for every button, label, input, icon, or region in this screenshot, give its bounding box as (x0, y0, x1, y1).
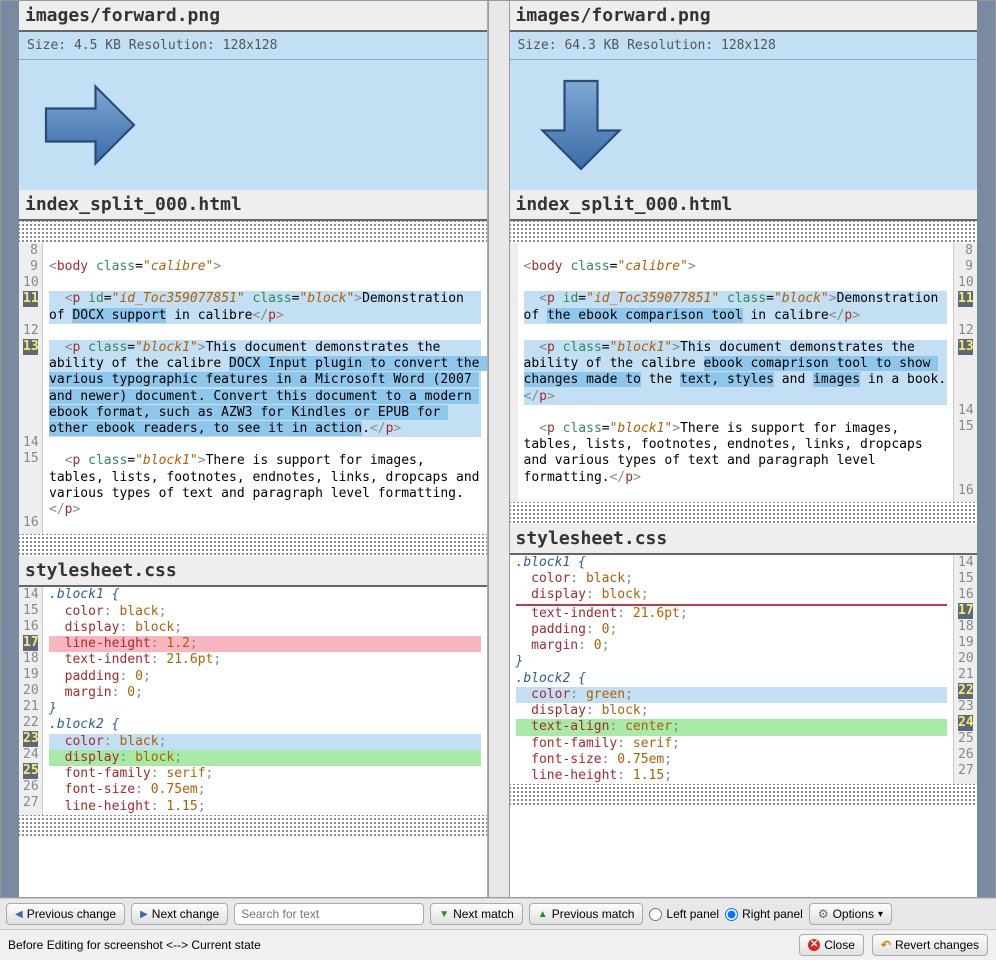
scrollbar-left[interactable] (1, 1, 19, 897)
arrow-right-icon (35, 70, 145, 180)
right-panel: images/forward.png Size: 64.3 KB Resolut… (510, 1, 978, 897)
gear-icon: ⚙ (818, 907, 829, 921)
prev-change-button[interactable]: ◀Previous change (6, 903, 125, 925)
css-code-right[interactable]: .block1 { color: black; display: block; … (510, 555, 978, 785)
statusbar: Before Editing for screenshot <--> Curre… (0, 929, 996, 960)
image-meta-right: Size: 64.3 KB Resolution: 128x128 (510, 32, 978, 60)
separator (510, 502, 978, 524)
right-panel-radio[interactable]: Right panel (725, 907, 803, 921)
file-header-image-left: images/forward.png (19, 1, 487, 32)
image-preview-left (19, 60, 487, 190)
file-header-image-right: images/forward.png (510, 1, 978, 32)
separator (19, 221, 487, 243)
scrollbar-right[interactable] (977, 1, 995, 897)
next-change-button[interactable]: ▶Next change (131, 903, 228, 925)
triangle-down-icon: ▼ (439, 909, 449, 920)
undo-icon: ↶ (881, 938, 891, 952)
file-header-css-right: stylesheet.css (510, 524, 978, 555)
status-text: Before Editing for screenshot <--> Curre… (8, 938, 261, 952)
image-meta-left: Size: 4.5 KB Resolution: 128x128 (19, 32, 487, 60)
revert-button[interactable]: ↶Revert changes (872, 934, 988, 956)
diff-container: images/forward.png Size: 4.5 KB Resoluti… (0, 0, 996, 898)
triangle-up-icon: ▲ (538, 909, 548, 920)
chevron-down-icon: ▾ (878, 909, 883, 920)
left-panel-radio[interactable]: Left panel (649, 907, 719, 921)
separator (510, 784, 978, 806)
html-code-left[interactable]: 8910111213141516 <body class="calibre"> … (19, 243, 487, 534)
options-button[interactable]: ⚙Options▾ (809, 903, 892, 925)
center-gap (488, 1, 510, 897)
toolbar: ◀Previous change ▶Next change ▼Next matc… (0, 898, 996, 929)
next-match-button[interactable]: ▼Next match (430, 903, 523, 925)
left-panel: images/forward.png Size: 4.5 KB Resoluti… (19, 1, 488, 897)
file-header-css-left: stylesheet.css (19, 556, 487, 587)
separator (19, 815, 487, 837)
file-header-html-left: index_split_000.html (19, 190, 487, 221)
html-code-right[interactable]: <body class="calibre"> <p id="id_Toc3590… (510, 243, 978, 502)
close-icon: ✕ (808, 939, 820, 951)
file-header-html-right: index_split_000.html (510, 190, 978, 221)
search-input[interactable] (234, 903, 424, 925)
css-code-left[interactable]: 1415161718192021222324252627 .block1 { c… (19, 587, 487, 815)
image-preview-right (510, 60, 978, 190)
separator (19, 534, 487, 556)
arrow-down-icon (526, 70, 636, 180)
separator (510, 221, 978, 243)
arrow-left-icon: ◀ (15, 909, 23, 920)
close-button[interactable]: ✕Close (799, 934, 864, 956)
arrow-right-icon: ▶ (140, 909, 148, 920)
prev-match-button[interactable]: ▲Previous match (529, 903, 644, 925)
